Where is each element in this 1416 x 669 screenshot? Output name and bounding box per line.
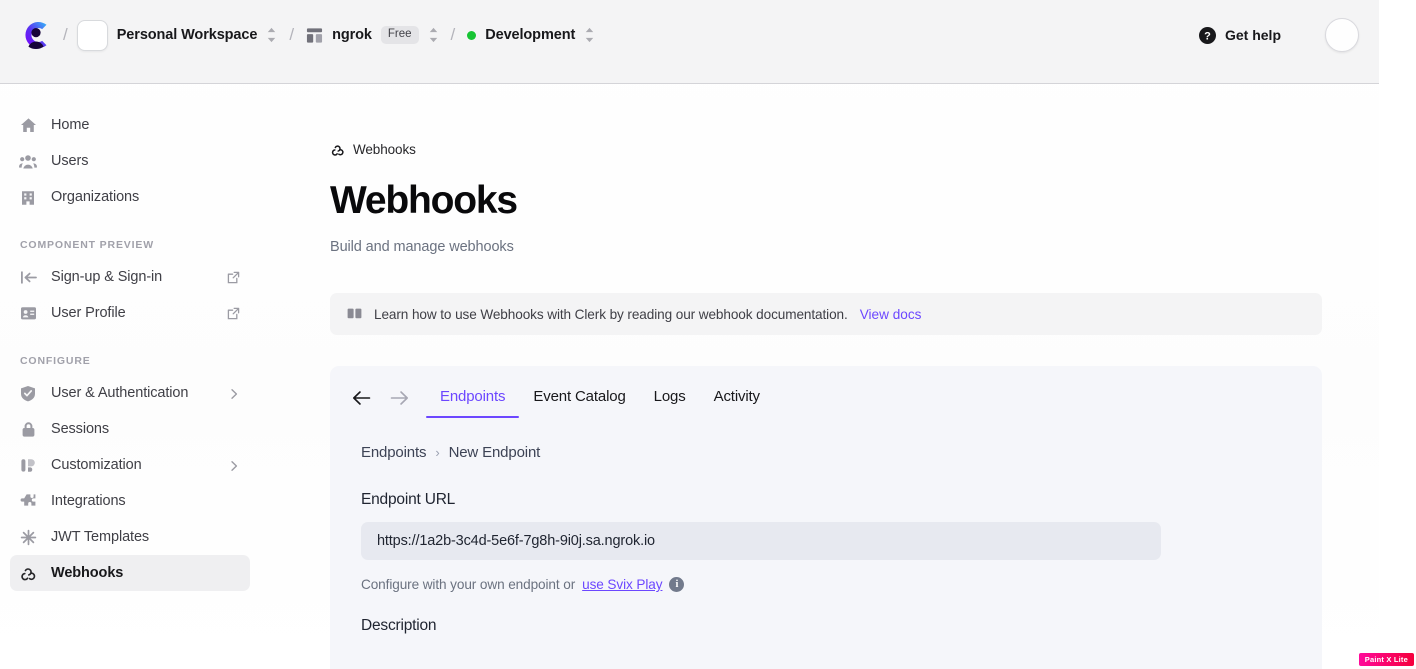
callout-text: Learn how to use Webhooks with Clerk by … [374, 307, 848, 322]
shield-icon [19, 384, 37, 402]
screenshot-root: / Personal Workspace / ngrok Free / [0, 0, 1416, 669]
sidebar-item-label: Home [51, 117, 89, 133]
plan-badge: Free [381, 26, 419, 45]
endpoint-url-helper: Configure with your own endpoint or use … [361, 577, 1290, 592]
panel-body: Endpoints › New Endpoint Endpoint URL ht… [330, 418, 1322, 635]
panel-breadcrumb: Endpoints › New Endpoint [361, 444, 1290, 461]
sidebar-item-label: Sessions [51, 421, 109, 437]
helper-text: Configure with your own endpoint or [361, 577, 575, 592]
application-label: ngrok [332, 27, 372, 43]
watermark-badge: Paint X Lite [1359, 653, 1414, 667]
forward-button[interactable] [380, 378, 418, 418]
back-button[interactable] [342, 378, 380, 418]
chevron-right-icon: › [435, 445, 439, 460]
svg-text:?: ? [1204, 30, 1211, 42]
question-circle-icon: ? [1199, 27, 1216, 44]
chevron-updown-icon [584, 26, 595, 44]
webhooks-icon [330, 142, 345, 157]
user-avatar[interactable] [1325, 18, 1359, 52]
arrow-left-icon [352, 390, 371, 406]
breadcrumb-label: Webhooks [353, 142, 416, 157]
page-subtitle: Build and manage webhooks [330, 239, 1319, 255]
breadcrumb-separator-3: / [451, 25, 456, 45]
tab-activity[interactable]: Activity [700, 388, 774, 418]
environment-label: Development [485, 27, 575, 43]
application-switcher[interactable]: ngrok Free [306, 26, 438, 45]
sidebar-item-label: User Profile [51, 305, 126, 321]
arrow-right-icon [390, 390, 409, 406]
sidebar-item-webhooks[interactable]: Webhooks [10, 555, 250, 591]
endpoint-url-input[interactable]: https://1a2b-3c4d-5e6f-7g8h-9i0j.sa.ngro… [361, 522, 1161, 560]
sidebar-item-users[interactable]: Users [10, 143, 250, 179]
sidebar-item-label: User & Authentication [51, 385, 188, 401]
sidebar-section-component-preview: COMPONENT PREVIEW [10, 239, 250, 251]
users-icon [19, 152, 37, 170]
panel-breadcrumb-current: New Endpoint [449, 444, 541, 461]
sidebar-section-configure: CONFIGURE [10, 355, 250, 367]
external-link-icon[interactable] [227, 307, 240, 320]
main-content: Webhooks Webhooks Build and manage webho… [260, 85, 1379, 669]
view-docs-link[interactable]: View docs [860, 307, 922, 322]
endpoint-url-label: Endpoint URL [361, 491, 1290, 509]
webhooks-icon [19, 564, 37, 582]
dashboard-shell: / Personal Workspace / ngrok Free / [0, 0, 1379, 669]
sidebar-item-label: Sign-up & Sign-in [51, 269, 162, 285]
sign-in-icon [19, 268, 37, 286]
green-dot-icon [467, 31, 476, 40]
sidebar-item-jwt-templates[interactable]: JWT Templates [10, 519, 250, 555]
workspace-label: Personal Workspace [117, 27, 258, 43]
panel-breadcrumb-root[interactable]: Endpoints [361, 444, 426, 461]
workspace-switcher[interactable]: Personal Workspace [77, 20, 278, 51]
customization-icon [19, 456, 37, 474]
sidebar-item-label: Organizations [51, 189, 139, 205]
sidebar-item-label: Customization [51, 457, 142, 473]
chevron-right-icon[interactable] [228, 459, 240, 471]
sidebar-item-label: JWT Templates [51, 529, 149, 545]
sidebar-item-signup-signin[interactable]: Sign-up & Sign-in [10, 259, 250, 295]
info-icon[interactable]: i [669, 577, 684, 592]
page-title: Webhooks [330, 181, 1319, 220]
panel-tabbar: Endpoints Event Catalog Logs Activity [330, 366, 1322, 418]
external-link-icon[interactable] [227, 271, 240, 284]
book-icon [347, 307, 362, 322]
sidebar-item-sessions[interactable]: Sessions [10, 411, 250, 447]
get-help-button[interactable]: ? Get help [1199, 27, 1281, 44]
workspace-thumbnail [77, 20, 108, 51]
sidebar-item-label: Users [51, 153, 88, 169]
tab-event-catalog[interactable]: Event Catalog [519, 388, 639, 418]
sidebar-item-label: Webhooks [51, 565, 123, 581]
sidebar-item-home[interactable]: Home [10, 107, 250, 143]
clerk-logo-icon[interactable] [18, 17, 54, 53]
chevron-updown-icon [428, 26, 439, 44]
breadcrumb-separator-2: / [289, 25, 294, 45]
get-help-label: Get help [1225, 27, 1281, 43]
organizations-icon [19, 188, 37, 206]
puzzle-icon [19, 492, 37, 510]
sidebar-item-user-profile[interactable]: User Profile [10, 295, 250, 331]
home-icon [19, 116, 37, 134]
tab-endpoints[interactable]: Endpoints [426, 388, 519, 418]
user-profile-icon [19, 304, 37, 322]
app-grid-icon [306, 27, 323, 44]
jwt-icon [19, 528, 37, 546]
description-label: Description [361, 617, 1290, 635]
chevron-right-icon[interactable] [228, 387, 240, 399]
top-header: / Personal Workspace / ngrok Free / [0, 0, 1379, 84]
sidebar-item-customization[interactable]: Customization [10, 447, 250, 483]
sidebar-item-integrations[interactable]: Integrations [10, 483, 250, 519]
chevron-updown-icon [266, 26, 277, 44]
sidebar-item-label: Integrations [51, 493, 126, 509]
tab-logs[interactable]: Logs [640, 388, 700, 418]
sidebar: Home Users [0, 85, 260, 669]
environment-switcher[interactable]: Development [467, 26, 595, 44]
breadcrumb: Webhooks [330, 142, 1319, 157]
svix-panel: Endpoints Event Catalog Logs Activity En… [330, 366, 1322, 669]
sidebar-item-user-authentication[interactable]: User & Authentication [10, 375, 250, 411]
documentation-callout: Learn how to use Webhooks with Clerk by … [330, 293, 1322, 335]
use-svix-play-link[interactable]: use Svix Play [582, 577, 662, 592]
lock-icon [19, 420, 37, 438]
sidebar-item-organizations[interactable]: Organizations [10, 179, 250, 215]
breadcrumb-separator-1: / [63, 25, 68, 45]
